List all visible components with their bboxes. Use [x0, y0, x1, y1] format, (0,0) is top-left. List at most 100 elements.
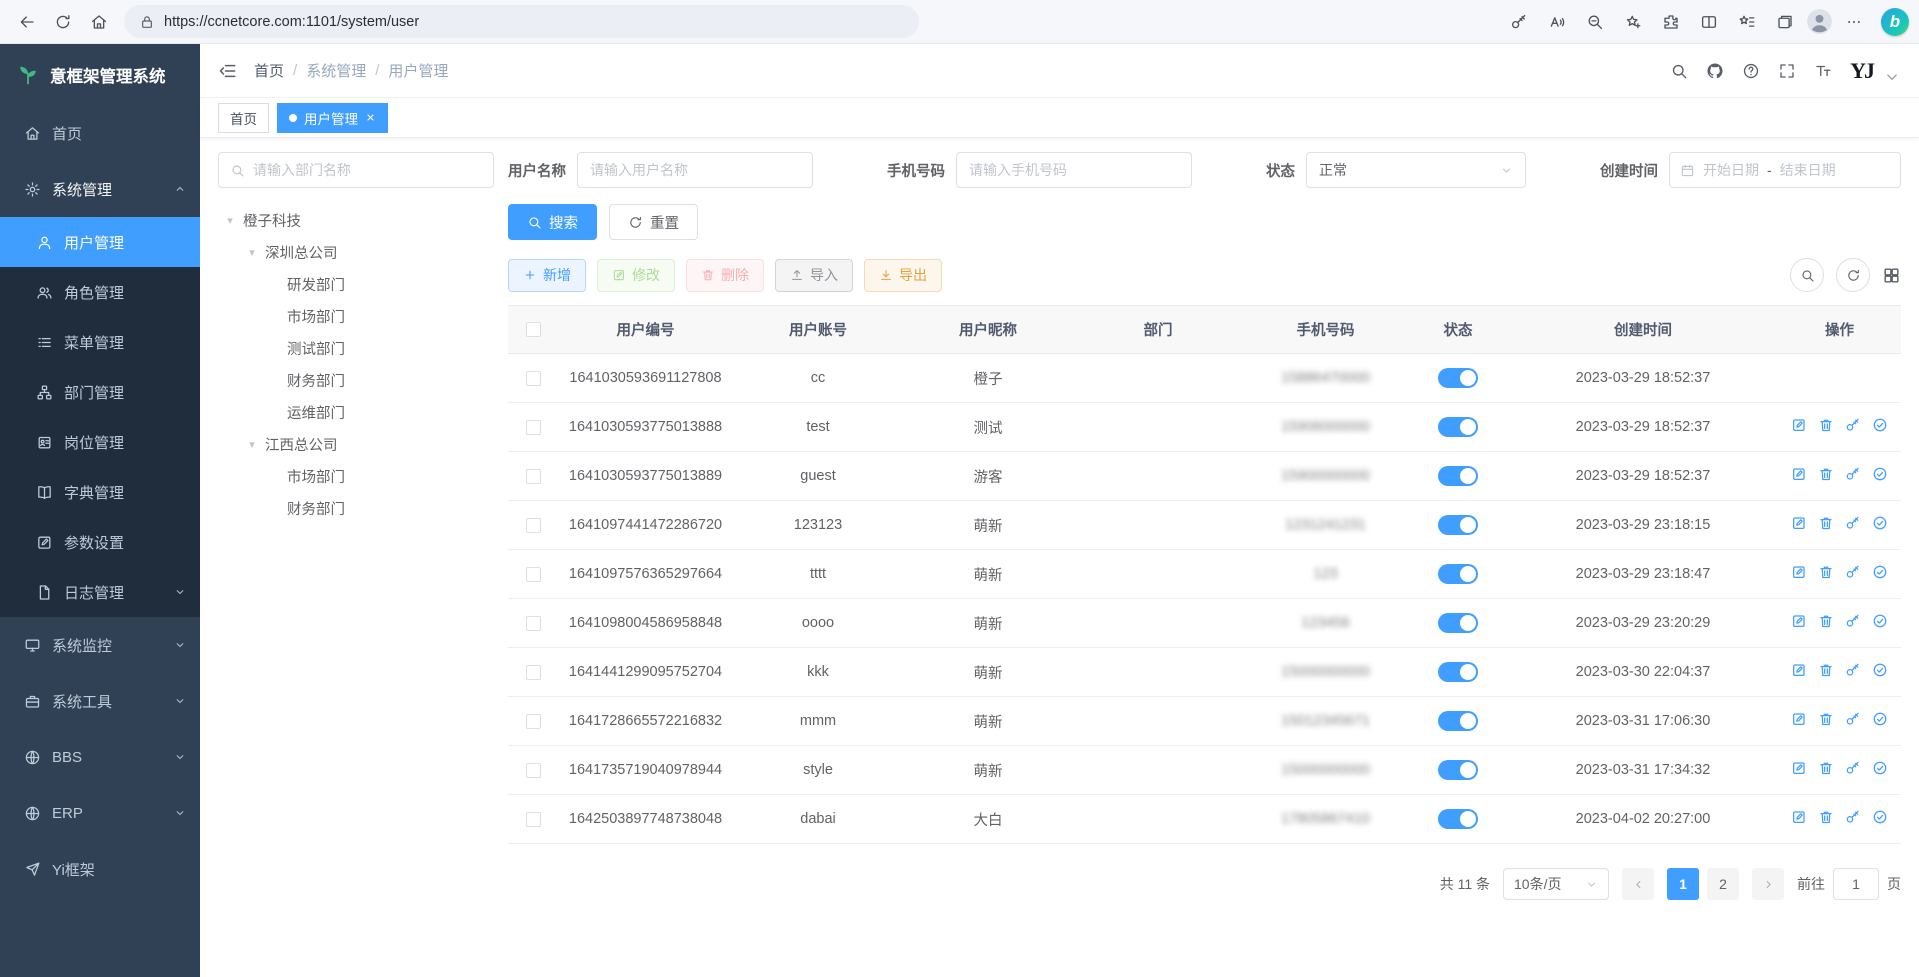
page-button[interactable]: 1	[1667, 868, 1699, 900]
row-checkbox[interactable]	[526, 469, 541, 484]
edit-icon[interactable]	[1791, 564, 1807, 580]
next-page-button[interactable]	[1752, 868, 1784, 900]
breadcrumb-item[interactable]: 系统管理	[306, 60, 366, 81]
assign-role-icon[interactable]	[1872, 662, 1888, 678]
sidebar-item[interactable]: ERP	[0, 785, 200, 841]
status-toggle[interactable]	[1438, 760, 1478, 780]
status-toggle[interactable]	[1438, 417, 1478, 437]
sidebar-item[interactable]: 系统管理	[0, 161, 200, 217]
sidebar-item[interactable]: 字典管理	[0, 467, 200, 517]
reset-password-icon[interactable]	[1845, 613, 1861, 629]
delete-icon[interactable]	[1818, 417, 1834, 433]
page-size-select[interactable]: 10条/页	[1503, 868, 1609, 900]
sidebar-item[interactable]: 系统工具	[0, 673, 200, 729]
assign-role-icon[interactable]	[1872, 809, 1888, 825]
status-toggle[interactable]	[1438, 711, 1478, 731]
tree-node[interactable]: 财务部门	[218, 492, 494, 524]
edit-button[interactable]: 修改	[597, 259, 675, 292]
read-aloud-icon[interactable]	[1540, 5, 1574, 39]
delete-button[interactable]: 删除	[686, 259, 764, 292]
delete-icon[interactable]	[1818, 662, 1834, 678]
import-button[interactable]: 导入	[775, 259, 853, 292]
phone-input[interactable]	[956, 152, 1192, 188]
tree-node[interactable]: 橙子科技	[218, 204, 494, 236]
sidebar-item[interactable]: 参数设置	[0, 517, 200, 567]
extensions-icon[interactable]	[1654, 5, 1688, 39]
search-button[interactable]: 搜索	[508, 204, 597, 240]
sidebar-item[interactable]: 部门管理	[0, 367, 200, 417]
favorites-bar-icon[interactable]	[1730, 5, 1764, 39]
assign-role-icon[interactable]	[1872, 564, 1888, 580]
breadcrumb-item[interactable]: 首页	[254, 60, 284, 81]
fullscreen-icon[interactable]	[1778, 62, 1796, 80]
assign-role-icon[interactable]	[1872, 613, 1888, 629]
help-icon[interactable]	[1742, 62, 1760, 80]
delete-icon[interactable]	[1818, 466, 1834, 482]
edit-icon[interactable]	[1791, 466, 1807, 482]
row-checkbox[interactable]	[526, 420, 541, 435]
status-toggle[interactable]	[1438, 809, 1478, 829]
sidebar-item[interactable]: 首页	[0, 105, 200, 161]
status-select[interactable]: 正常	[1306, 152, 1526, 188]
github-icon[interactable]	[1706, 62, 1724, 80]
add-button[interactable]: 新增	[508, 259, 586, 292]
edit-icon[interactable]	[1791, 760, 1807, 776]
assign-role-icon[interactable]	[1872, 711, 1888, 727]
edit-icon[interactable]	[1791, 417, 1807, 433]
tree-node[interactable]: 研发部门	[218, 268, 494, 300]
edit-icon[interactable]	[1791, 809, 1807, 825]
row-checkbox[interactable]	[526, 371, 541, 386]
status-toggle[interactable]	[1438, 515, 1478, 535]
user-logo-badge[interactable]: YJ	[1850, 58, 1873, 84]
status-toggle[interactable]	[1438, 368, 1478, 388]
date-range-picker[interactable]: 开始日期 - 结束日期	[1669, 152, 1901, 188]
bing-icon[interactable]: b	[1881, 8, 1909, 36]
tab-user-management[interactable]: 用户管理	[277, 103, 388, 133]
sidebar-item[interactable]: 角色管理	[0, 267, 200, 317]
assign-role-icon[interactable]	[1872, 760, 1888, 776]
edit-icon[interactable]	[1791, 515, 1807, 531]
tab-home[interactable]: 首页	[218, 103, 269, 133]
tree-node[interactable]: 江西总公司	[218, 428, 494, 460]
sidebar-item[interactable]: 菜单管理	[0, 317, 200, 367]
sidebar-item[interactable]: BBS	[0, 729, 200, 785]
site-permissions-icon[interactable]	[139, 14, 155, 30]
tree-node[interactable]: 运维部门	[218, 396, 494, 428]
status-toggle[interactable]	[1438, 613, 1478, 633]
reset-password-icon[interactable]	[1845, 711, 1861, 727]
back-button[interactable]	[10, 5, 44, 39]
assign-role-icon[interactable]	[1872, 466, 1888, 482]
column-settings-button[interactable]	[1882, 266, 1901, 285]
sidebar-collapse-icon[interactable]	[218, 61, 238, 81]
sidebar-item[interactable]: 岗位管理	[0, 417, 200, 467]
more-menu-icon[interactable]	[1837, 5, 1871, 39]
row-checkbox[interactable]	[526, 763, 541, 778]
header-search-icon[interactable]	[1670, 62, 1688, 80]
username-input[interactable]	[577, 152, 813, 188]
refresh-table-button[interactable]	[1836, 258, 1870, 292]
delete-icon[interactable]	[1818, 515, 1834, 531]
sidebar-item[interactable]: 日志管理	[0, 567, 200, 617]
status-toggle[interactable]	[1438, 662, 1478, 682]
goto-page-input[interactable]	[1833, 868, 1879, 900]
row-checkbox[interactable]	[526, 665, 541, 680]
delete-icon[interactable]	[1818, 760, 1834, 776]
reset-button[interactable]: 重置	[609, 204, 698, 240]
tree-node[interactable]: 深圳总公司	[218, 236, 494, 268]
sidebar-item[interactable]: 系统监控	[0, 617, 200, 673]
row-checkbox[interactable]	[526, 714, 541, 729]
page-button[interactable]: 2	[1707, 868, 1739, 900]
breadcrumb-item[interactable]: 用户管理	[388, 60, 448, 81]
browser-profile-avatar[interactable]	[1806, 8, 1833, 35]
status-toggle[interactable]	[1438, 564, 1478, 584]
collections-icon[interactable]	[1768, 5, 1802, 39]
row-checkbox[interactable]	[526, 616, 541, 631]
tree-node[interactable]: 财务部门	[218, 364, 494, 396]
reload-button[interactable]	[46, 5, 80, 39]
tab-close-icon[interactable]	[365, 112, 376, 123]
tree-node[interactable]: 市场部门	[218, 460, 494, 492]
sidebar-item[interactable]: Yi框架	[0, 841, 200, 897]
zoom-icon[interactable]	[1578, 5, 1612, 39]
font-size-icon[interactable]	[1814, 62, 1832, 80]
sidebar-item[interactable]: 用户管理	[0, 217, 200, 267]
